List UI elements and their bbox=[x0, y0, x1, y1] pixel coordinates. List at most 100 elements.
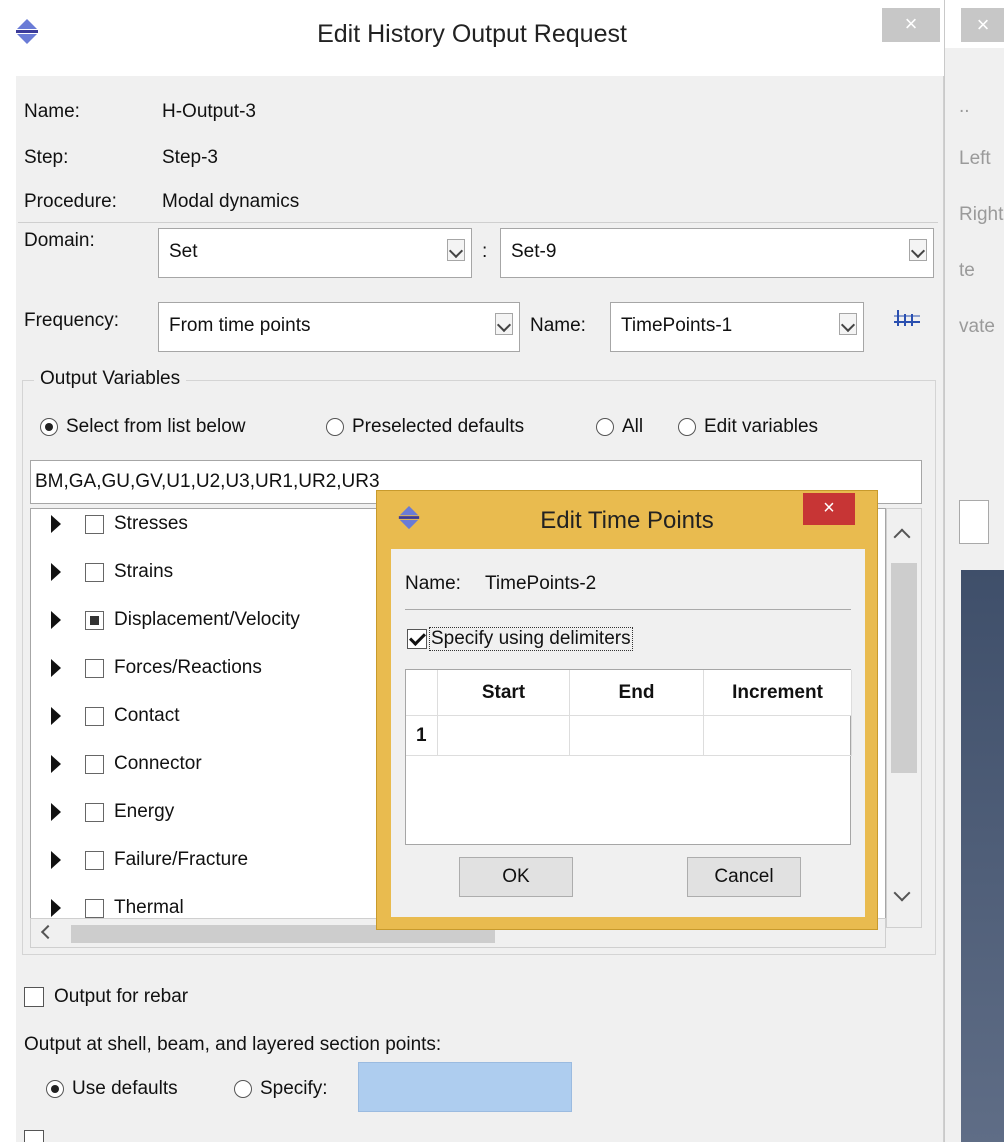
close-button[interactable]: × bbox=[882, 8, 940, 42]
tree-item-label: Contact bbox=[114, 705, 180, 726]
column-header-increment[interactable]: Increment bbox=[704, 670, 852, 716]
tree-item-strains[interactable]: Strains bbox=[51, 557, 173, 587]
frequency-combo[interactable]: From time points bbox=[158, 302, 520, 352]
chevron-down-icon[interactable] bbox=[495, 313, 513, 335]
tree-item-label: Displacement/Velocity bbox=[114, 609, 300, 630]
tree-item-stresses[interactable]: Stresses bbox=[51, 509, 188, 539]
background-close-button[interactable]: × bbox=[961, 8, 1004, 42]
tree-checkbox[interactable] bbox=[85, 898, 104, 918]
popup-body: Name: TimePoints-2 Specify using delimit… bbox=[391, 549, 865, 917]
popup-close-button[interactable]: × bbox=[803, 493, 855, 525]
time-points-table[interactable]: Start End Increment 1 bbox=[405, 669, 852, 845]
cell-start[interactable] bbox=[438, 716, 570, 756]
scroll-left-icon[interactable] bbox=[40, 924, 56, 940]
cancel-button[interactable]: Cancel bbox=[687, 857, 801, 897]
tree-checkbox[interactable] bbox=[85, 754, 104, 774]
expand-arrow-icon[interactable] bbox=[51, 563, 61, 581]
background-item-left[interactable]: Left bbox=[959, 148, 991, 170]
step-value: Step-3 bbox=[162, 147, 218, 168]
radio-dot bbox=[326, 418, 344, 436]
tree-vertical-scrollbar[interactable] bbox=[886, 508, 922, 928]
expand-arrow-icon[interactable] bbox=[51, 515, 61, 533]
expand-arrow-icon[interactable] bbox=[51, 659, 61, 677]
radio-edit-variables[interactable]: Edit variables bbox=[678, 416, 818, 438]
expand-arrow-icon[interactable] bbox=[51, 707, 61, 725]
tree-item-label: Connector bbox=[114, 753, 202, 774]
tree-checkbox[interactable] bbox=[85, 850, 104, 870]
scroll-thumb[interactable] bbox=[891, 563, 917, 773]
domain-set-combo[interactable]: Set-9 bbox=[500, 228, 934, 278]
scroll-down-icon[interactable] bbox=[893, 884, 911, 902]
chevron-down-icon[interactable] bbox=[909, 239, 927, 261]
tree-item-label: Thermal bbox=[114, 897, 184, 918]
tree-checkbox[interactable] bbox=[85, 562, 104, 582]
radio-label: Specify: bbox=[260, 1078, 328, 1099]
radio-label: All bbox=[622, 416, 644, 437]
tree-item-failure-fracture[interactable]: Failure/Fracture bbox=[51, 845, 248, 875]
cell-increment[interactable] bbox=[704, 716, 852, 756]
radio-dot bbox=[234, 1080, 252, 1098]
procedure-label: Procedure: bbox=[24, 191, 117, 212]
popup-title: Edit Time Points bbox=[540, 507, 714, 534]
radio-use-defaults[interactable]: Use defaults bbox=[46, 1078, 178, 1100]
chevron-down-icon[interactable] bbox=[839, 313, 857, 335]
checkbox-label: Output for rebar bbox=[54, 986, 189, 1007]
table-corner bbox=[406, 670, 438, 716]
domain-combo-value: Set bbox=[169, 241, 198, 262]
domain-set-value: Set-9 bbox=[511, 241, 557, 262]
procedure-value: Modal dynamics bbox=[162, 191, 300, 212]
expand-arrow-icon[interactable] bbox=[51, 755, 61, 773]
background-item-te[interactable]: te bbox=[959, 260, 975, 282]
domain-separator: : bbox=[482, 241, 488, 262]
tree-item-connector[interactable]: Connector bbox=[51, 749, 202, 779]
radio-specify[interactable]: Specify: bbox=[234, 1078, 328, 1100]
chevron-down-icon[interactable] bbox=[447, 239, 465, 261]
tree-checkbox[interactable] bbox=[85, 706, 104, 726]
radio-all[interactable]: All bbox=[596, 416, 643, 438]
checkbox-label: Specify using delimiters bbox=[429, 627, 633, 651]
frequency-label: Frequency: bbox=[24, 310, 120, 331]
dialog-title: Edit History Output Request bbox=[317, 20, 627, 48]
left-edge bbox=[0, 0, 16, 1142]
domain-label: Domain: bbox=[24, 230, 95, 251]
expand-arrow-icon[interactable] bbox=[51, 851, 61, 869]
background-item-vate[interactable]: vate bbox=[959, 316, 995, 338]
expand-arrow-icon[interactable] bbox=[51, 899, 61, 917]
background-item-right[interactable]: Right bbox=[959, 204, 1003, 226]
ok-button[interactable]: OK bbox=[459, 857, 573, 897]
tree-item-label: Energy bbox=[114, 801, 175, 822]
checkbox-box[interactable] bbox=[407, 629, 427, 649]
radio-label: Use defaults bbox=[72, 1078, 178, 1099]
tree-checkbox[interactable] bbox=[85, 610, 104, 630]
create-time-points-icon[interactable] bbox=[890, 304, 924, 332]
specify-delimiters-checkbox[interactable]: Specify using delimiters bbox=[407, 627, 633, 651]
tree-checkbox[interactable] bbox=[85, 802, 104, 822]
tree-item-energy[interactable]: Energy bbox=[51, 797, 174, 827]
column-header-start[interactable]: Start bbox=[438, 670, 570, 716]
background-box bbox=[959, 500, 989, 544]
checkbox-box[interactable] bbox=[24, 987, 44, 1007]
output-variables-title: Output Variables bbox=[34, 368, 187, 390]
output-for-rebar-checkbox[interactable]: Output for rebar bbox=[24, 986, 188, 1008]
tree-item-label: Failure/Fracture bbox=[114, 849, 249, 870]
radio-select-from-list[interactable]: Select from list below bbox=[40, 416, 246, 438]
domain-combo[interactable]: Set bbox=[158, 228, 472, 278]
tree-item-label: Strains bbox=[114, 561, 174, 582]
background-item-1[interactable]: .. bbox=[959, 96, 970, 118]
time-points-combo[interactable]: TimePoints-1 bbox=[610, 302, 864, 352]
specify-section-points-input[interactable] bbox=[358, 1062, 572, 1112]
expand-arrow-icon[interactable] bbox=[51, 803, 61, 821]
tree-checkbox[interactable] bbox=[85, 658, 104, 678]
expand-arrow-icon[interactable] bbox=[51, 611, 61, 629]
cell-end[interactable] bbox=[570, 716, 704, 756]
column-header-end[interactable]: End bbox=[570, 670, 704, 716]
tree-checkbox[interactable] bbox=[85, 514, 104, 534]
radio-dot bbox=[596, 418, 614, 436]
partial-checkbox-bottom[interactable] bbox=[24, 1130, 44, 1142]
radio-preselected-defaults[interactable]: Preselected defaults bbox=[326, 416, 524, 438]
tree-item-forces-reactions[interactable]: Forces/Reactions bbox=[51, 653, 262, 683]
tree-item-displacement-velocity[interactable]: Displacement/Velocity bbox=[51, 605, 300, 635]
scroll-up-icon[interactable] bbox=[893, 528, 911, 546]
row-number: 1 bbox=[406, 716, 438, 756]
tree-item-contact[interactable]: Contact bbox=[51, 701, 179, 731]
